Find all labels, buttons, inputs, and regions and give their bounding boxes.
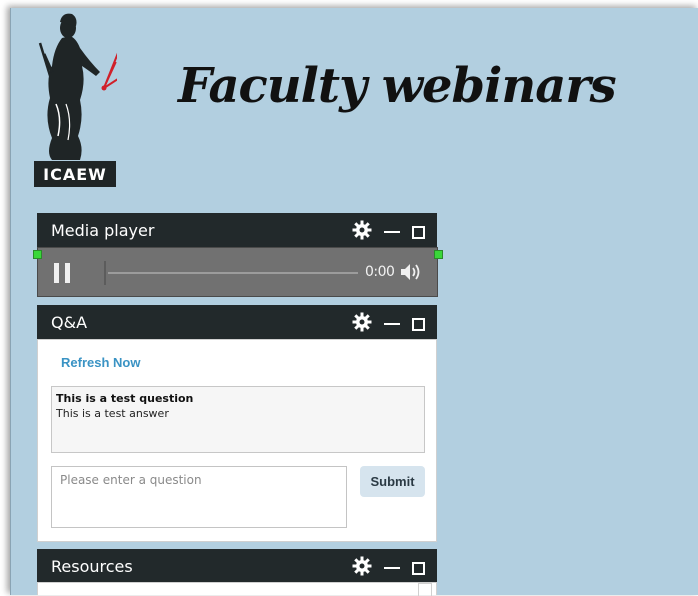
resources-panel [37, 582, 437, 596]
minimize-icon[interactable] [384, 567, 400, 569]
logo-wordmark: ICAEW [34, 161, 116, 187]
resize-handle-right[interactable] [434, 250, 443, 259]
gear-icon[interactable] [352, 556, 372, 580]
minimize-icon[interactable] [384, 231, 400, 233]
submit-button[interactable]: Submit [360, 466, 425, 497]
gear-icon[interactable] [352, 220, 372, 244]
time-display: 0:00 [365, 264, 395, 280]
seek-start-marker [104, 261, 106, 285]
page-title: Faculty webinars [178, 58, 617, 114]
resources-title: Resources [51, 556, 133, 576]
refresh-now-link[interactable]: Refresh Now [61, 355, 140, 370]
seek-bar[interactable] [108, 272, 358, 274]
minimize-icon[interactable] [384, 323, 400, 325]
resources-header: Resources [37, 549, 437, 583]
media-player-header: Media player [37, 213, 437, 247]
answer-text: This is a test answer [56, 407, 169, 420]
qa-panel: Refresh Now This is a test question This… [37, 339, 437, 542]
media-player-title: Media player [51, 220, 155, 240]
qa-title: Q&A [51, 312, 88, 332]
pause-icon[interactable] [54, 263, 72, 283]
resources-scrollbar[interactable] [418, 583, 432, 596]
media-player-controls: 0:00 [37, 247, 438, 297]
maximize-icon[interactable] [412, 225, 425, 239]
maximize-icon[interactable] [412, 561, 425, 575]
volume-icon[interactable] [400, 262, 422, 282]
question-text: This is a test question [56, 392, 194, 405]
qa-list: This is a test question This is a test a… [51, 386, 425, 453]
gear-icon[interactable] [352, 312, 372, 336]
maximize-icon[interactable] [412, 317, 425, 331]
question-input[interactable] [51, 466, 347, 528]
resize-handle-left[interactable] [33, 250, 42, 259]
qa-header: Q&A [37, 305, 437, 339]
